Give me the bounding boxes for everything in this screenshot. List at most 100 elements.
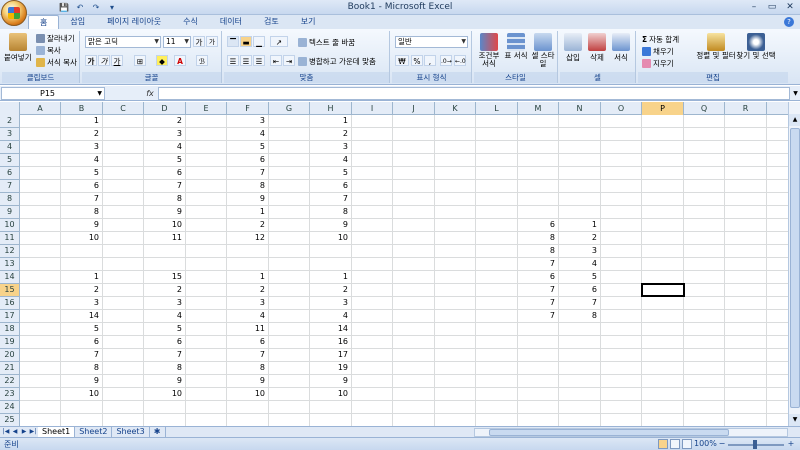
cell-m9[interactable] <box>518 206 559 218</box>
cell-k4[interactable] <box>435 141 476 153</box>
cell-n3[interactable] <box>559 128 601 140</box>
cell-d17[interactable]: 4 <box>144 310 186 322</box>
cell-l18[interactable] <box>476 323 518 335</box>
cell-n11[interactable]: 2 <box>559 232 601 244</box>
cell-r23[interactable] <box>725 388 767 400</box>
cell-q25[interactable] <box>684 414 725 426</box>
cell-a11[interactable] <box>20 232 61 244</box>
cell-r25[interactable] <box>725 414 767 426</box>
cell-k22[interactable] <box>435 375 476 387</box>
cell-m20[interactable] <box>518 349 559 361</box>
cell-q18[interactable] <box>684 323 725 335</box>
cell-p20[interactable] <box>642 349 684 361</box>
cell-l7[interactable] <box>476 180 518 192</box>
cell-l25[interactable] <box>476 414 518 426</box>
cell-a10[interactable] <box>20 219 61 231</box>
cell-r7[interactable] <box>725 180 767 192</box>
cell-j13[interactable] <box>393 258 435 270</box>
help-icon[interactable]: ? <box>784 17 794 27</box>
increase-indent-button[interactable]: ⇥ <box>283 55 295 66</box>
align-right-button[interactable]: ☰ <box>253 55 265 66</box>
cell-f4[interactable]: 5 <box>227 141 269 153</box>
cell-p21[interactable] <box>642 362 684 374</box>
cell-g9[interactable] <box>269 206 310 218</box>
cell-b10[interactable]: 9 <box>61 219 103 231</box>
cell-l13[interactable] <box>476 258 518 270</box>
cell-o17[interactable] <box>601 310 642 322</box>
cell-j2[interactable] <box>393 115 435 127</box>
cell-n24[interactable] <box>559 401 601 413</box>
cell-h22[interactable]: 9 <box>310 375 352 387</box>
cell-r11[interactable] <box>725 232 767 244</box>
cell-d3[interactable]: 3 <box>144 128 186 140</box>
cell-c17[interactable] <box>103 310 144 322</box>
row-header-9[interactable]: 9 <box>0 206 20 219</box>
row-header-10[interactable]: 10 <box>0 219 20 232</box>
cell-d12[interactable] <box>144 245 186 257</box>
cell-g18[interactable] <box>269 323 310 335</box>
cell-i10[interactable] <box>352 219 393 231</box>
percent-button[interactable]: % <box>411 55 423 66</box>
cell-a18[interactable] <box>20 323 61 335</box>
cell-g20[interactable] <box>269 349 310 361</box>
cell-o18[interactable] <box>601 323 642 335</box>
cell-j16[interactable] <box>393 297 435 309</box>
cell-g22[interactable] <box>269 375 310 387</box>
row-header-15[interactable]: 15 <box>0 284 20 297</box>
number-format-dropdown[interactable]: 일반 ▼ <box>395 36 468 48</box>
first-sheet-icon[interactable]: |◀ <box>2 427 10 437</box>
cell-g17[interactable] <box>269 310 310 322</box>
font-name-dropdown[interactable]: 맑은 고딕 ▼ <box>85 36 161 48</box>
row-header-5[interactable]: 5 <box>0 154 20 167</box>
cell-p3[interactable] <box>642 128 684 140</box>
cell-i18[interactable] <box>352 323 393 335</box>
cell-q14[interactable] <box>684 271 725 283</box>
cell-h13[interactable] <box>310 258 352 270</box>
clear-button[interactable]: 지우기 <box>642 58 674 69</box>
cell-e15[interactable] <box>186 284 227 296</box>
formula-input[interactable] <box>158 87 790 100</box>
font-size-dropdown[interactable]: 11 ▼ <box>163 36 191 48</box>
cell-l5[interactable] <box>476 154 518 166</box>
cell-j9[interactable] <box>393 206 435 218</box>
cell-o12[interactable] <box>601 245 642 257</box>
cell-h19[interactable]: 16 <box>310 336 352 348</box>
cell-h16[interactable]: 3 <box>310 297 352 309</box>
cell-r8[interactable] <box>725 193 767 205</box>
cell-q23[interactable] <box>684 388 725 400</box>
cell-e3[interactable] <box>186 128 227 140</box>
cell-j17[interactable] <box>393 310 435 322</box>
cell-k8[interactable] <box>435 193 476 205</box>
cell-q5[interactable] <box>684 154 725 166</box>
cell-d10[interactable]: 10 <box>144 219 186 231</box>
cell-a15[interactable] <box>20 284 61 296</box>
row-header-2[interactable]: 2 <box>0 115 20 128</box>
scroll-down-icon[interactable]: ▼ <box>789 414 800 426</box>
row-header-23[interactable]: 23 <box>0 388 20 401</box>
row-header-13[interactable]: 13 <box>0 258 20 271</box>
cell-o16[interactable] <box>601 297 642 309</box>
cell-f20[interactable]: 7 <box>227 349 269 361</box>
zoom-out-button[interactable]: − <box>717 439 727 449</box>
cell-n19[interactable] <box>559 336 601 348</box>
last-sheet-icon[interactable]: ▶| <box>29 427 37 437</box>
cell-h11[interactable]: 10 <box>310 232 352 244</box>
column-header-b[interactable]: B <box>61 102 103 115</box>
cell-d22[interactable]: 9 <box>144 375 186 387</box>
cell-m16[interactable]: 7 <box>518 297 559 309</box>
cell-l19[interactable] <box>476 336 518 348</box>
cell-j12[interactable] <box>393 245 435 257</box>
column-header-g[interactable]: G <box>269 102 310 115</box>
cell-l9[interactable] <box>476 206 518 218</box>
cell-f8[interactable]: 9 <box>227 193 269 205</box>
row-header-18[interactable]: 18 <box>0 323 20 336</box>
column-header-a[interactable]: A <box>20 102 61 115</box>
cell-i5[interactable] <box>352 154 393 166</box>
cell-k21[interactable] <box>435 362 476 374</box>
cell-f21[interactable]: 8 <box>227 362 269 374</box>
cell-n21[interactable] <box>559 362 601 374</box>
cell-q11[interactable] <box>684 232 725 244</box>
copy-button[interactable]: 복사 <box>36 45 61 56</box>
cell-c4[interactable] <box>103 141 144 153</box>
cell-l14[interactable] <box>476 271 518 283</box>
